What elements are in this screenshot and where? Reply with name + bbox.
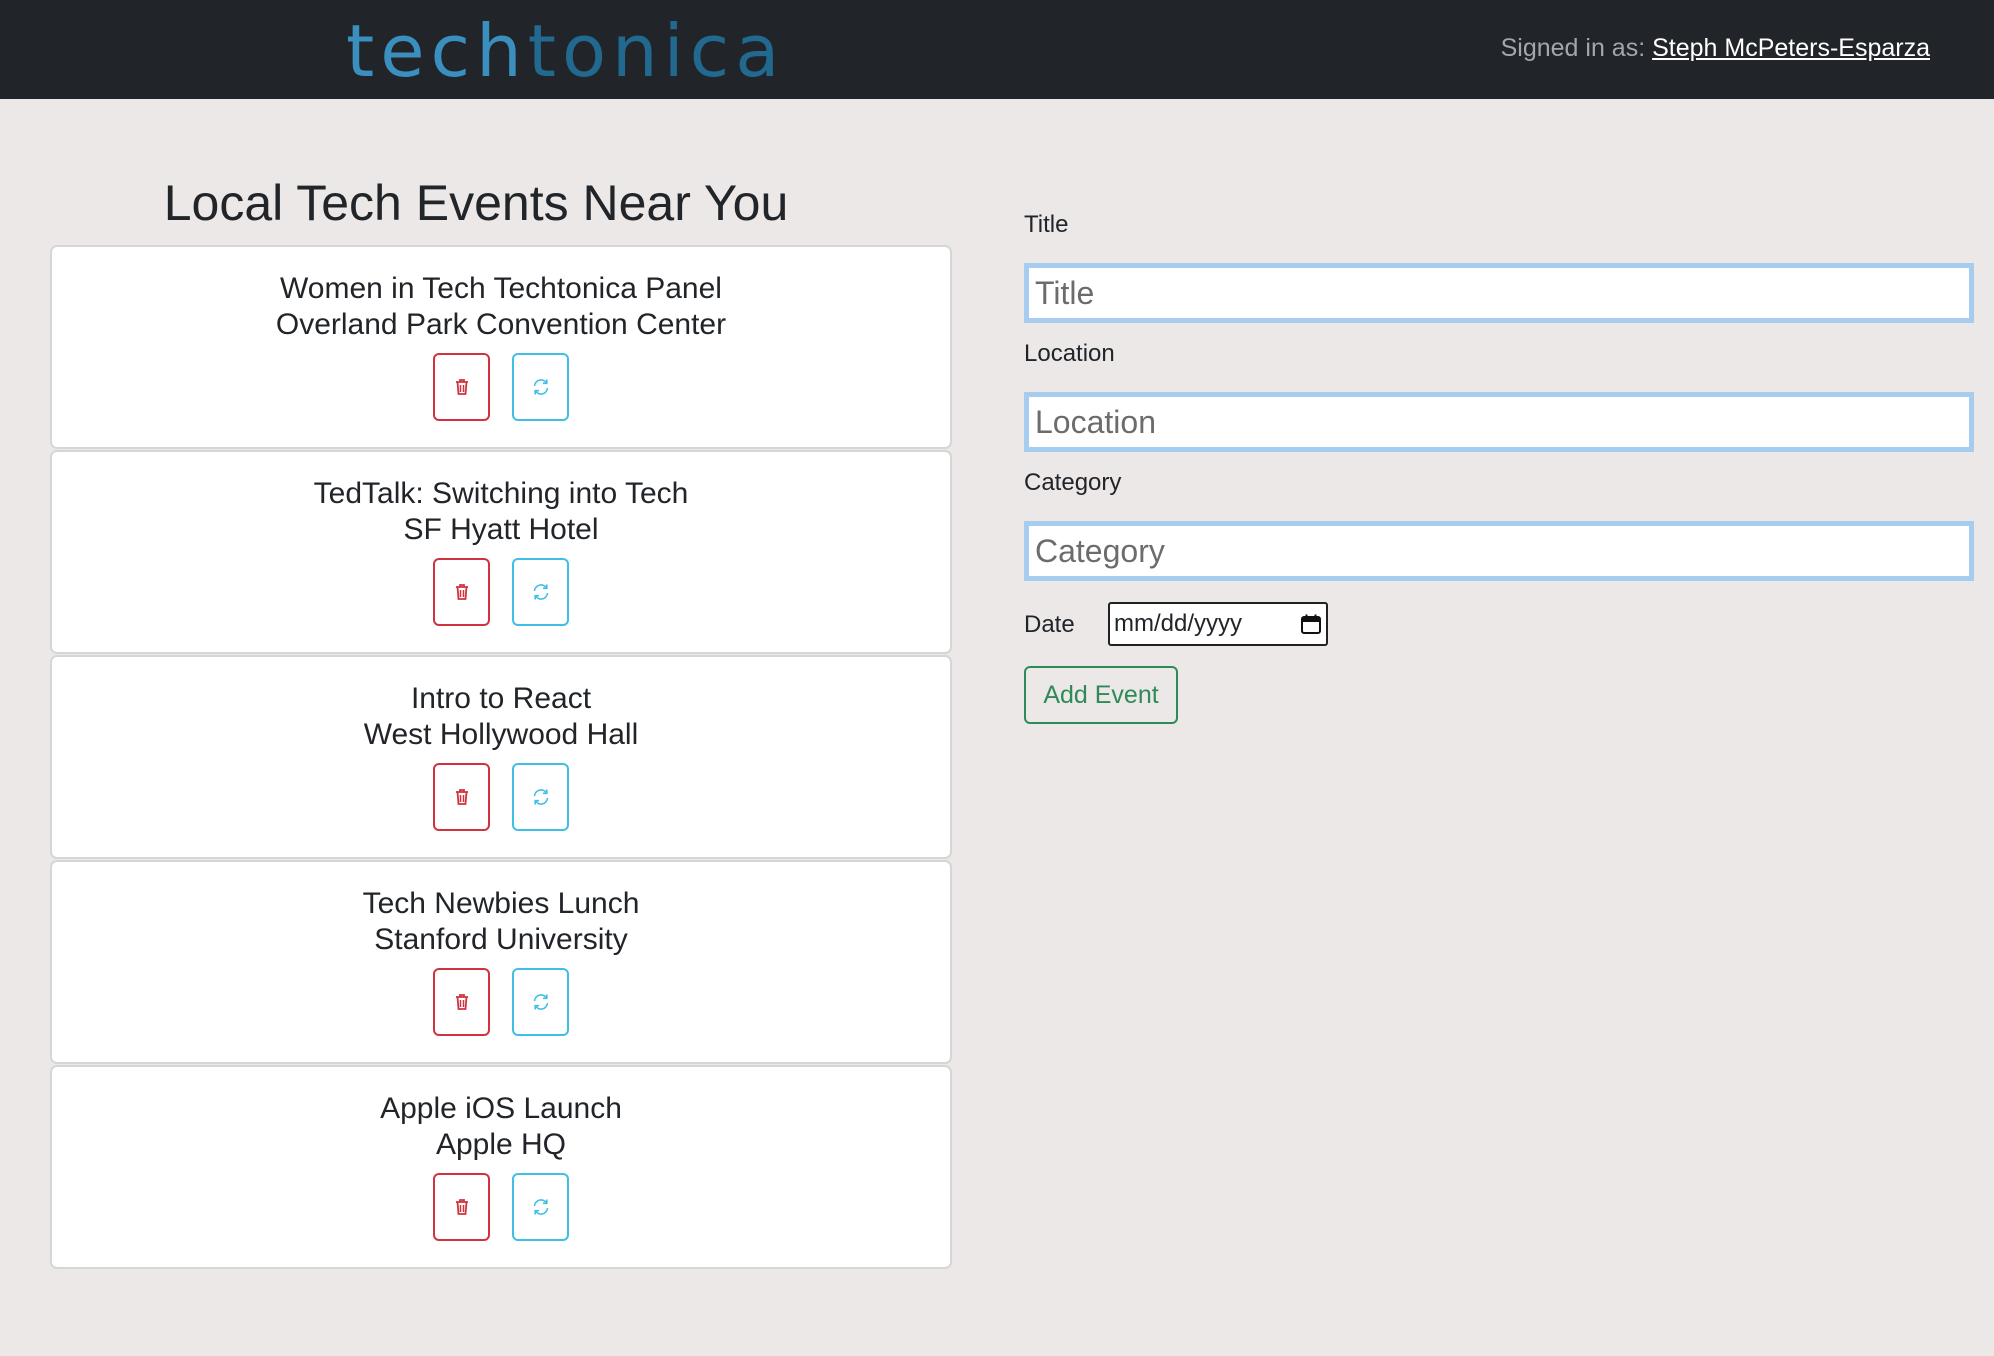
update-event-button[interactable] (512, 968, 569, 1036)
trash-icon (455, 994, 468, 1010)
event-card: Women in Tech Techtonica Panel Overland … (50, 245, 952, 449)
update-event-button[interactable] (512, 558, 569, 626)
trash-icon (455, 789, 468, 805)
logo-part-2: tonica (527, 9, 786, 93)
add-event-button[interactable]: Add Event (1024, 666, 1178, 724)
event-card: TedTalk: Switching into Tech SF Hyatt Ho… (50, 450, 952, 654)
event-title: Women in Tech Techtonica Panel (280, 272, 722, 305)
date-placeholder: mm/dd/yyyy (1114, 610, 1243, 637)
event-location: Apple HQ (435, 1128, 567, 1161)
logo-part-1: tech (346, 9, 528, 93)
delete-event-button[interactable] (433, 763, 490, 831)
update-event-button[interactable] (512, 1173, 569, 1241)
signed-in-text: Signed in as: Steph McPeters-Esparza (1501, 34, 1930, 63)
update-event-button[interactable] (512, 353, 569, 421)
update-event-button[interactable] (512, 763, 569, 831)
event-title: TedTalk: Switching into Tech (313, 477, 689, 510)
location-input[interactable] (1024, 392, 1974, 452)
page-title: Local Tech Events Near You (163, 175, 789, 231)
event-title: Intro to React (410, 682, 592, 715)
event-location: Overland Park Convention Center (275, 308, 727, 341)
date-input[interactable]: mm/dd/yyyy (1108, 602, 1328, 646)
refresh-icon (533, 379, 548, 395)
event-card: Tech Newbies Lunch Stanford University (50, 860, 952, 1064)
delete-event-button[interactable] (433, 968, 490, 1036)
location-label: Location (1024, 340, 1115, 367)
trash-icon (455, 584, 468, 600)
date-label: Date (1024, 611, 1075, 638)
event-location: SF Hyatt Hotel (403, 513, 599, 546)
user-name-link[interactable]: Steph McPeters-Esparza (1652, 34, 1930, 62)
refresh-icon (533, 584, 548, 600)
category-input[interactable] (1024, 521, 1974, 581)
trash-icon (455, 379, 468, 395)
title-input[interactable] (1024, 263, 1974, 323)
category-label: Category (1024, 469, 1122, 496)
refresh-icon (533, 1199, 548, 1215)
event-title: Apple iOS Launch (380, 1092, 622, 1125)
calendar-icon[interactable] (1300, 613, 1322, 635)
event-card: Intro to React West Hollywood Hall (50, 655, 952, 859)
event-list: Women in Tech Techtonica Panel Overland … (50, 245, 952, 1269)
techtonica-logo[interactable]: techtonica (346, 8, 785, 94)
delete-event-button[interactable] (433, 1173, 490, 1241)
navbar: techtonica Signed in as: Steph McPeters-… (0, 0, 1994, 99)
title-label: Title (1024, 211, 1069, 238)
delete-event-button[interactable] (433, 353, 490, 421)
refresh-icon (533, 994, 548, 1010)
trash-icon (455, 1199, 468, 1215)
signed-in-prefix: Signed in as: (1500, 34, 1646, 62)
event-location: Stanford University (374, 923, 628, 956)
refresh-icon (533, 789, 548, 805)
event-card: Apple iOS Launch Apple HQ (50, 1065, 952, 1269)
event-location: West Hollywood Hall (363, 718, 639, 751)
delete-event-button[interactable] (433, 558, 490, 626)
event-title: Tech Newbies Lunch (362, 887, 640, 920)
